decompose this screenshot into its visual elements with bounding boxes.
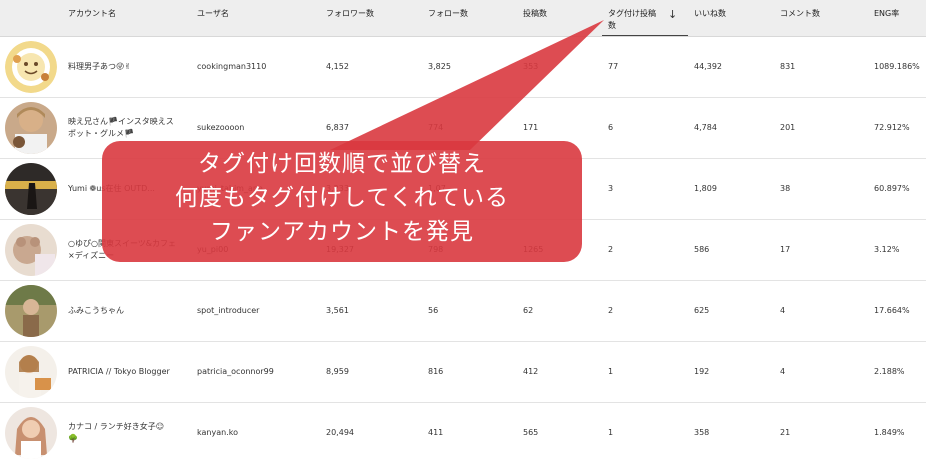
posts-count: 565: [523, 428, 539, 437]
table-row[interactable]: カナコ / ランチ好き女子☺ 🌳 kanyan.ko 20,494 411 56…: [0, 403, 926, 461]
posts-count: 62: [523, 306, 534, 315]
following-count: 816: [428, 367, 444, 376]
followers-count: 8,959: [326, 367, 349, 376]
likes-count: 4,784: [694, 123, 717, 132]
posts-count: 412: [523, 367, 539, 376]
comments-count: 201: [780, 123, 796, 132]
column-header-user[interactable]: ユーザ名: [197, 8, 229, 20]
posts-count: 353: [523, 62, 539, 71]
column-header-account[interactable]: アカウント名: [68, 8, 116, 20]
column-header-tagged-label-1: タグ付け投稿: [608, 9, 656, 18]
tagged-count: 2: [608, 245, 614, 254]
username[interactable]: cookingman3110: [197, 61, 266, 73]
eng-rate: 2.188%: [874, 367, 905, 376]
tagged-count: 2: [608, 306, 614, 315]
username[interactable]: spot_introducer: [197, 305, 259, 317]
likes-count: 192: [694, 367, 710, 376]
account-name-line-2: ポット・グルメ🏴: [68, 129, 134, 138]
table-row[interactable]: PATRICIA // Tokyo Blogger patricia_oconn…: [0, 342, 926, 403]
column-header-eng[interactable]: ENG率: [874, 8, 899, 20]
tagged-count: 1: [608, 428, 614, 437]
likes-count: 1,809: [694, 184, 717, 193]
comments-count: 4: [780, 306, 786, 315]
column-header-tagged[interactable]: タグ付け投稿 数 ↓: [602, 6, 688, 36]
followers-count: 3,561: [326, 306, 349, 315]
eng-rate: 1089.186%: [874, 62, 920, 71]
eng-rate: 17.664%: [874, 306, 910, 315]
comments-count: 831: [780, 62, 796, 71]
avatar: [5, 346, 57, 398]
username[interactable]: kanyan.ko: [197, 427, 238, 439]
account-name[interactable]: ふみこうちゃん: [68, 305, 188, 317]
column-header-following[interactable]: フォロー数: [428, 8, 468, 20]
column-header-followers[interactable]: フォロワー数: [326, 8, 374, 20]
table-header: アカウント名 ユーザ名 フォロワー数 フォロー数 投稿数 タグ付け投稿 数 ↓ …: [0, 0, 926, 37]
posts-count: 171: [523, 123, 539, 132]
followers-count: 4,152: [326, 62, 349, 71]
tagged-count: 3: [608, 184, 614, 193]
callout-line-1: タグ付け回数順で並び替え: [198, 151, 486, 177]
callout-text: タグ付け回数順で並び替え 何度もタグ付けしてくれている ファンアカウントを発見: [102, 147, 582, 249]
account-name-line-2: ×ディズニー: [68, 251, 115, 260]
callout-line-3: ファンアカウントを発見: [210, 219, 474, 245]
account-name-line-2: 🌳: [68, 434, 78, 443]
following-count: 411: [428, 428, 444, 437]
username[interactable]: patricia_oconnor99: [197, 366, 274, 378]
column-header-likes[interactable]: いいね数: [694, 8, 726, 20]
avatar: [5, 407, 57, 459]
comments-count: 38: [780, 184, 791, 193]
avatar: [5, 285, 57, 337]
likes-count: 358: [694, 428, 710, 437]
followers-count: 6,837: [326, 123, 349, 132]
callout-line-2: 何度もタグ付けしてくれている: [175, 185, 509, 211]
likes-count: 586: [694, 245, 710, 254]
followers-count: 20,494: [326, 428, 354, 437]
comments-count: 4: [780, 367, 786, 376]
following-count: 3,825: [428, 62, 451, 71]
eng-rate: 72.912%: [874, 123, 910, 132]
column-header-tagged-label-2: 数: [608, 21, 616, 30]
account-name[interactable]: PATRICIA // Tokyo Blogger: [68, 366, 188, 378]
avatar: [5, 163, 57, 215]
account-name[interactable]: カナコ / ランチ好き女子☺: [68, 421, 188, 433]
table-row[interactable]: 料理男子あつ😜✌ cookingman3110 4,152 3,825 353 …: [0, 37, 926, 98]
username[interactable]: sukezoooon: [197, 122, 244, 134]
comments-count: 21: [780, 428, 791, 437]
account-name[interactable]: 映え兄さん🏴インスタ映えス: [68, 116, 188, 128]
tagged-count: 77: [608, 62, 619, 71]
arrow-down-icon[interactable]: ↓: [668, 9, 677, 21]
tagged-count: 6: [608, 123, 614, 132]
avatar: [5, 41, 57, 93]
likes-count: 44,392: [694, 62, 722, 71]
eng-rate: 3.12%: [874, 245, 900, 254]
avatar: [5, 102, 57, 154]
column-header-posts[interactable]: 投稿数: [523, 8, 547, 20]
account-name[interactable]: 料理男子あつ😜✌: [68, 61, 188, 73]
eng-rate: 60.897%: [874, 184, 910, 193]
tagged-count: 1: [608, 367, 614, 376]
table-row[interactable]: ふみこうちゃん spot_introducer 3,561 56 62 2 62…: [0, 281, 926, 342]
column-header-comments[interactable]: コメント数: [780, 8, 820, 20]
eng-rate: 1.849%: [874, 428, 905, 437]
comments-count: 17: [780, 245, 791, 254]
following-count: 774: [428, 123, 444, 132]
following-count: 56: [428, 306, 439, 315]
likes-count: 625: [694, 306, 710, 315]
avatar: [5, 224, 57, 276]
